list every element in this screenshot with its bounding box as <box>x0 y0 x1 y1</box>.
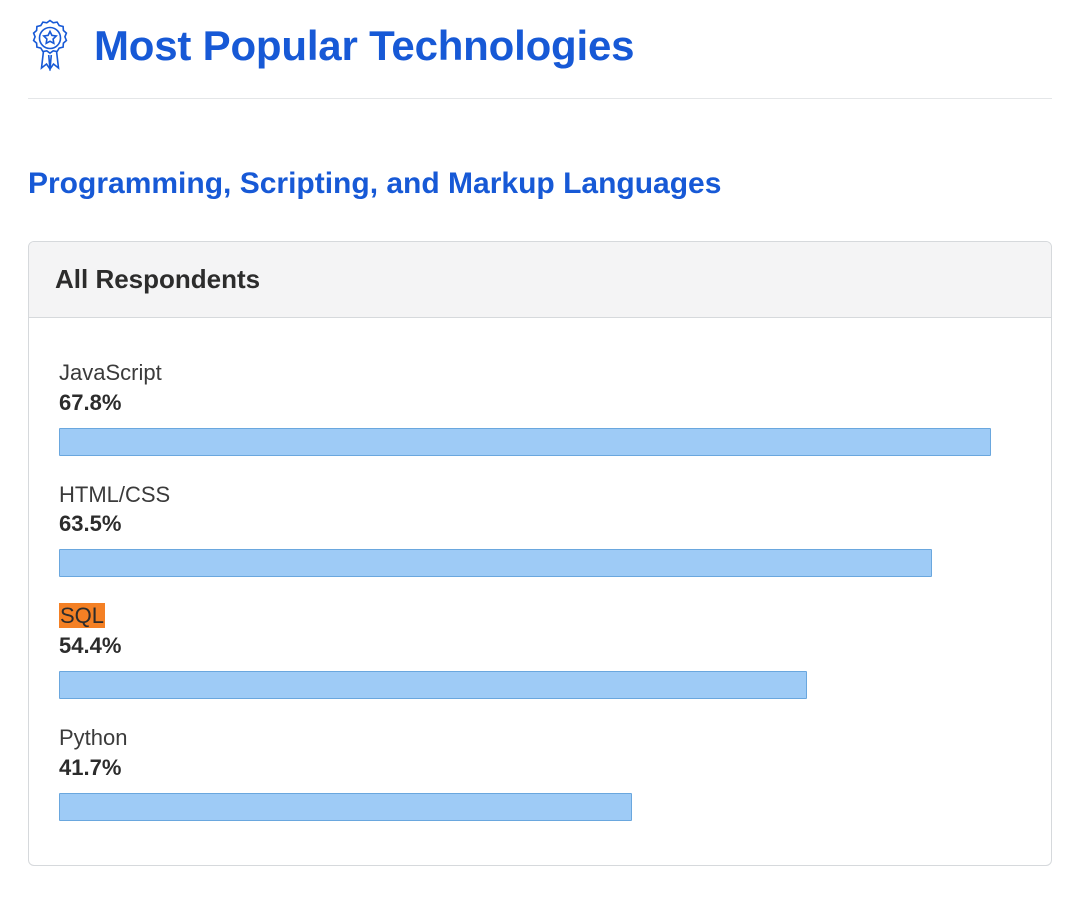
bar-row: SQL 54.4% <box>59 601 1021 699</box>
bar-label: JavaScript <box>59 360 162 385</box>
bar-fill <box>59 793 632 821</box>
bar-list: JavaScript 67.8% HTML/CSS 63.5% SQL 54.4% Pyth… <box>29 318 1051 865</box>
bar-value: 54.4% <box>59 633 1021 659</box>
bar-track <box>59 671 1021 699</box>
bar-label: Python <box>59 725 128 750</box>
panel-header: All Respondents <box>29 242 1051 318</box>
bar-fill <box>59 428 991 456</box>
results-panel: All Respondents JavaScript 67.8% HTML/CSS 6… <box>28 241 1052 866</box>
page-header: Most Popular Technologies <box>28 0 1052 99</box>
page-title: Most Popular Technologies <box>94 22 634 70</box>
bar-value: 67.8% <box>59 390 1021 416</box>
bar-label: HTML/CSS <box>59 482 170 507</box>
bar-value: 41.7% <box>59 755 1021 781</box>
bar-track <box>59 428 1021 456</box>
bar-row: JavaScript 67.8% <box>59 358 1021 456</box>
bar-track <box>59 549 1021 577</box>
panel-title: All Respondents <box>55 264 260 294</box>
bar-label: SQL <box>59 603 105 628</box>
section-heading: Programming, Scripting, and Markup Langu… <box>28 167 1052 201</box>
page-root: Most Popular Technologies Programming, S… <box>0 0 1080 906</box>
bar-row: HTML/CSS 63.5% <box>59 480 1021 578</box>
bar-value: 63.5% <box>59 511 1021 537</box>
bar-fill <box>59 671 807 699</box>
bar-row: Python 41.7% <box>59 723 1021 821</box>
bar-track <box>59 793 1021 821</box>
award-ribbon-icon <box>28 18 72 74</box>
bar-fill <box>59 549 932 577</box>
